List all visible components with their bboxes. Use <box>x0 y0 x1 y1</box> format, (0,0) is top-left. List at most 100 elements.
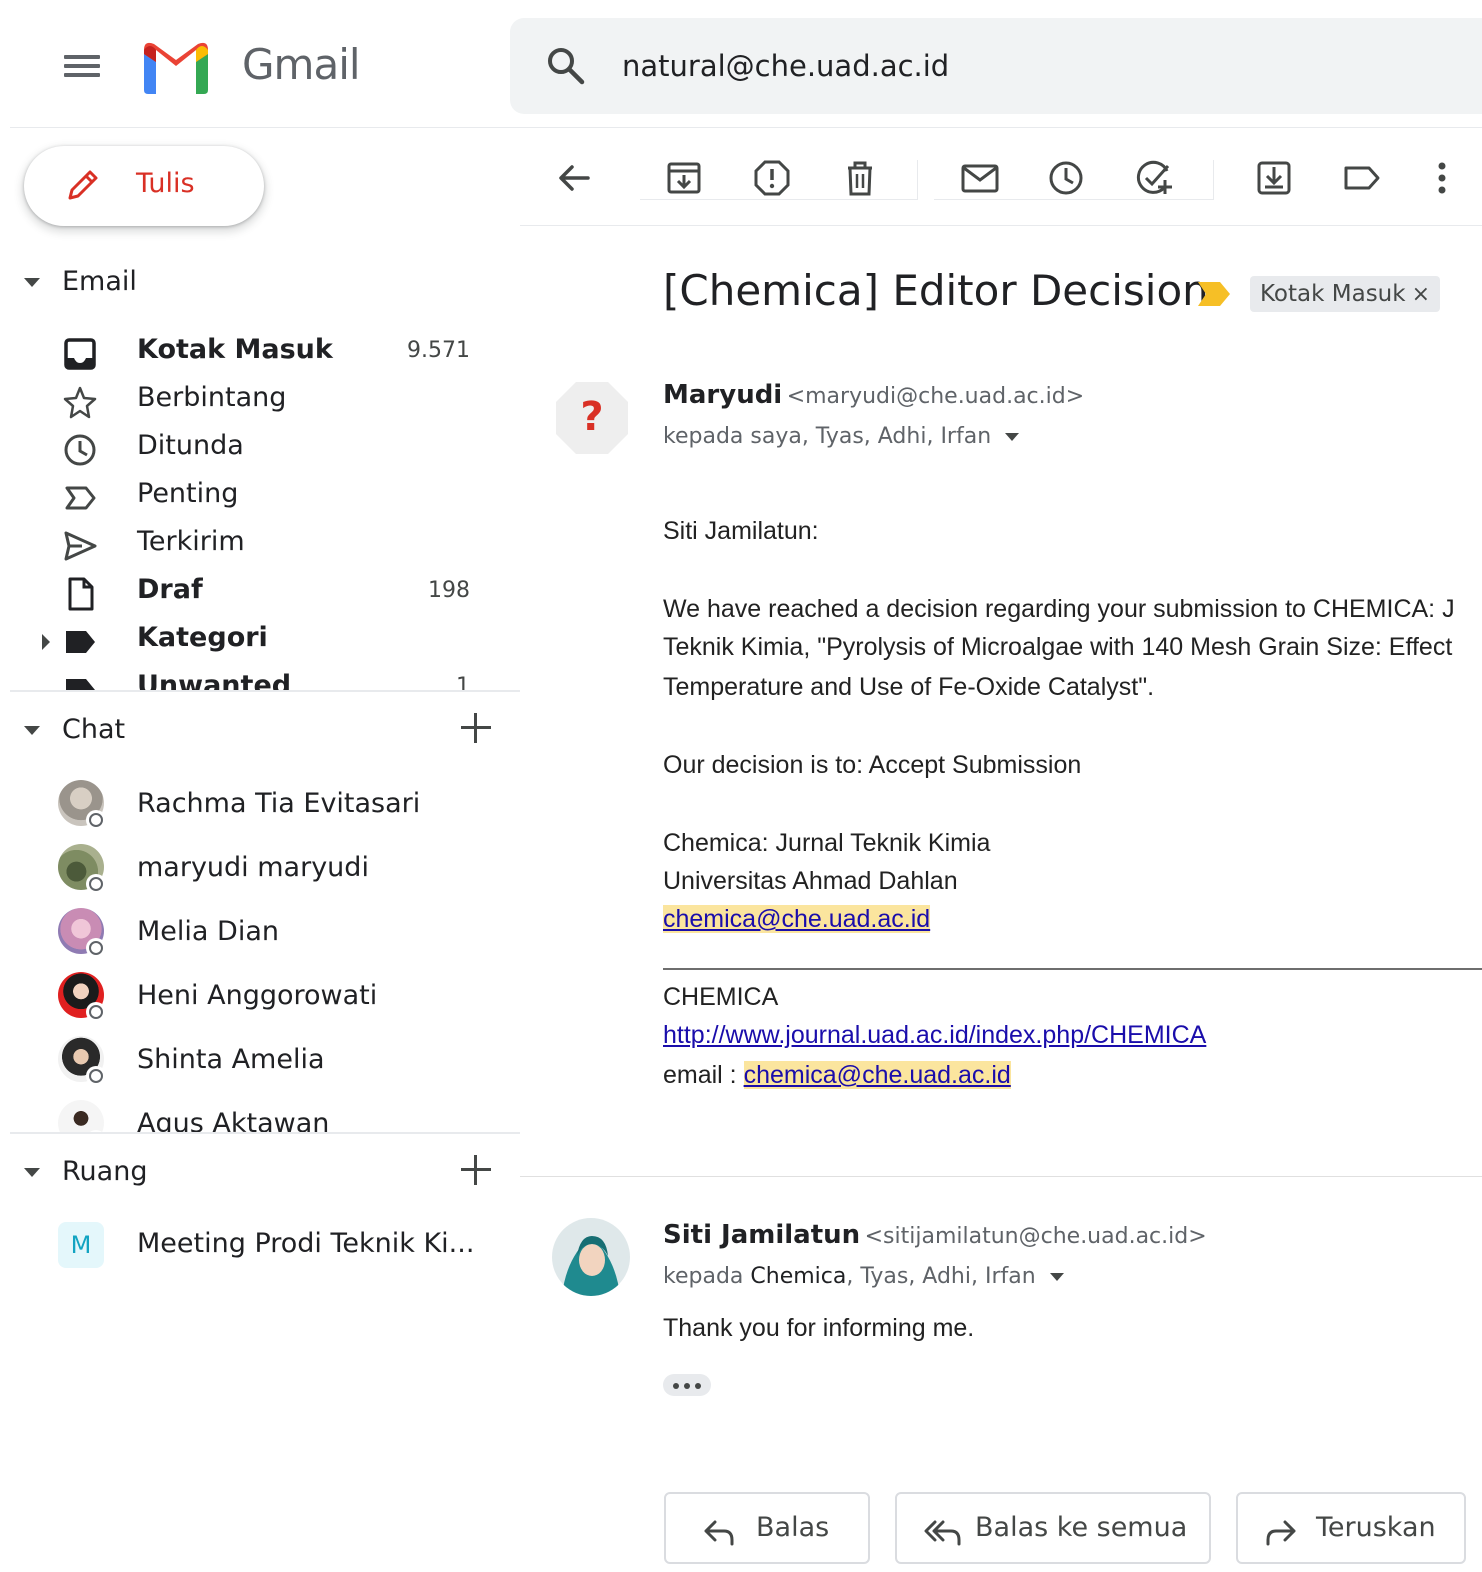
remove-label-icon[interactable]: × <box>1412 282 1430 307</box>
journal-url-link[interactable]: http://www.journal.uad.ac.id/index.php/C… <box>663 1021 1206 1049</box>
chat-contact-name: Melia Dian <box>137 916 279 947</box>
avatar <box>58 1100 104 1132</box>
back-arrow-icon[interactable] <box>554 158 594 198</box>
recipient-details-dropdown-icon[interactable] <box>1049 1273 1064 1281</box>
delete-icon[interactable] <box>840 158 880 198</box>
decision-line: Our decision is to: Accept Submission <box>663 751 1082 779</box>
forward-arrow-icon <box>1266 1520 1296 1546</box>
sidebar-item-label: Draf <box>137 574 203 605</box>
sidebar-item-starred[interactable]: Berbintang <box>10 378 520 426</box>
show-trimmed-content-button[interactable] <box>663 1374 711 1396</box>
sidebar-item-label: Unwanted <box>137 670 292 690</box>
chat-item[interactable]: Melia Dian <box>10 902 520 962</box>
reply-all-button[interactable]: Balas ke semua <box>895 1492 1211 1564</box>
email-subject: [Chemica] Editor Decision <box>663 266 1209 315</box>
message-header: Maryudi <maryudi@che.uad.ac.id> <box>663 380 1084 410</box>
move-to-icon[interactable] <box>1254 158 1294 198</box>
collapse-caret-icon[interactable] <box>24 278 40 287</box>
reply-button[interactable]: Balas <box>664 1492 870 1564</box>
report-spam-icon[interactable] <box>752 158 792 198</box>
label-as-icon[interactable] <box>1342 158 1382 198</box>
chat-contact-name: Shinta Amelia <box>137 1044 325 1075</box>
sidebar-item-label: Kategori <box>137 622 268 653</box>
recipients-rest: , Tyas, Adhi, Irfan <box>846 1264 1036 1289</box>
folder-list: Kotak Masuk 9.571 Berbintang Ditunda Pen… <box>10 330 520 690</box>
signature-line: Chemica: Jurnal Teknik Kimia <box>663 829 991 857</box>
forward-button[interactable]: Teruskan <box>1236 1492 1466 1564</box>
sender-name[interactable]: Siti Jamilatun <box>663 1220 860 1250</box>
unwanted-count: 1 <box>456 674 470 690</box>
label-icon <box>66 679 95 690</box>
gmail-wordmark: Gmail <box>242 40 361 89</box>
sender-email: <maryudi@che.uad.ac.id> <box>786 384 1085 409</box>
sidebar-item-important[interactable]: Penting <box>10 474 520 522</box>
chat-item[interactable]: maryudi maryudi <box>10 838 520 898</box>
avatar <box>552 1218 630 1296</box>
snooze-clock-icon[interactable] <box>1046 158 1086 198</box>
sidebar-item-label: Berbintang <box>137 382 287 413</box>
recipient-details-dropdown-icon[interactable] <box>1005 433 1020 441</box>
compose-button[interactable]: Tulis <box>24 146 264 226</box>
search-input[interactable] <box>622 42 1322 90</box>
recipients-text: kepada saya, Tyas, Adhi, Irfan <box>663 424 992 449</box>
expand-caret-icon[interactable] <box>42 634 50 650</box>
chat-item[interactable]: Rachma Tia Evitasari <box>10 774 520 834</box>
footer-email-link[interactable]: chemica@che.uad.ac.id <box>743 1061 1011 1089</box>
add-task-icon[interactable] <box>1134 158 1174 198</box>
new-chat-plus-icon[interactable] <box>458 710 494 746</box>
reply-all-arrow-icon <box>924 1520 961 1546</box>
greeting: Siti Jamilatun: <box>663 517 819 545</box>
unknown-sender-avatar-icon: ? <box>556 382 628 454</box>
room-item[interactable]: M Meeting Prodi Teknik Ki... <box>10 1216 520 1276</box>
sidebar-item-unwanted[interactable]: Unwanted 1 <box>10 666 520 690</box>
email-section-header[interactable]: Email <box>24 266 494 306</box>
sidebar-item-snoozed[interactable]: Ditunda <box>10 426 520 474</box>
footer-url-row: http://www.journal.uad.ac.id/index.php/C… <box>663 1016 1206 1054</box>
mark-unread-icon[interactable] <box>960 158 1000 198</box>
recipients-prefix: kepada <box>663 1264 751 1289</box>
gmail-logo-icon[interactable] <box>138 36 214 96</box>
body-line: Temperature and Use of Fe-Oxide Catalyst… <box>663 673 1155 701</box>
search-icon[interactable] <box>546 46 586 86</box>
presence-icon <box>86 874 106 894</box>
presence-icon <box>86 1002 106 1022</box>
sidebar-item-label: Ditunda <box>137 430 244 461</box>
chat-item[interactable]: Shinta Amelia <box>10 1030 520 1090</box>
presence-icon <box>86 1066 106 1086</box>
star-icon <box>63 386 97 419</box>
compose-label: Tulis <box>136 168 195 199</box>
chat-section-header[interactable]: Chat <box>24 713 494 754</box>
search-bar[interactable] <box>510 18 1482 114</box>
sidebar-item-drafts[interactable]: Draf 198 <box>10 570 520 618</box>
rooms-section-header[interactable]: Ruang <box>24 1155 494 1196</box>
forward-label: Teruskan <box>1316 1512 1436 1543</box>
sidebar-item-inbox[interactable]: Kotak Masuk 9.571 <box>10 330 520 378</box>
sidebar-item-categories[interactable]: Kategori <box>10 618 520 666</box>
important-marker-icon[interactable] <box>1196 280 1232 308</box>
section-divider <box>10 690 520 692</box>
message-header: Siti Jamilatun <sitijamilatun@che.uad.ac… <box>663 1220 1207 1250</box>
more-options-icon[interactable] <box>1422 158 1462 198</box>
chat-item[interactable]: Heni Anggorowati <box>10 966 520 1026</box>
signature-line: Universitas Ahmad Dahlan <box>663 867 958 895</box>
new-room-plus-icon[interactable] <box>458 1152 494 1188</box>
presence-icon <box>86 938 106 958</box>
main-menu-button[interactable] <box>62 46 102 86</box>
body-line: Teknik Kimia, "Pyrolysis of Microalgae w… <box>663 633 1453 661</box>
draft-count: 198 <box>428 578 470 603</box>
chat-contact-name: Heni Anggorowati <box>137 980 378 1011</box>
label-chip-inbox[interactable]: Kotak Masuk × <box>1250 276 1441 312</box>
rooms-section-title: Ruang <box>62 1156 148 1187</box>
sidebar-item-sent[interactable]: Terkirim <box>10 522 520 570</box>
chat-contact-name: Agus Aktawan <box>137 1108 330 1132</box>
clock-icon <box>64 434 96 466</box>
signature-email-link[interactable]: chemica@che.uad.ac.id <box>663 905 931 933</box>
sender-name[interactable]: Maryudi <box>663 380 782 410</box>
archive-icon[interactable] <box>664 158 704 198</box>
chat-item[interactable]: Agus Aktawan <box>10 1094 520 1132</box>
collapse-caret-icon[interactable] <box>24 726 40 735</box>
reply-all-label: Balas ke semua <box>975 1512 1188 1543</box>
collapse-caret-icon[interactable] <box>24 1168 40 1177</box>
reply-label: Balas <box>756 1512 830 1543</box>
reply-arrow-icon <box>704 1520 734 1546</box>
